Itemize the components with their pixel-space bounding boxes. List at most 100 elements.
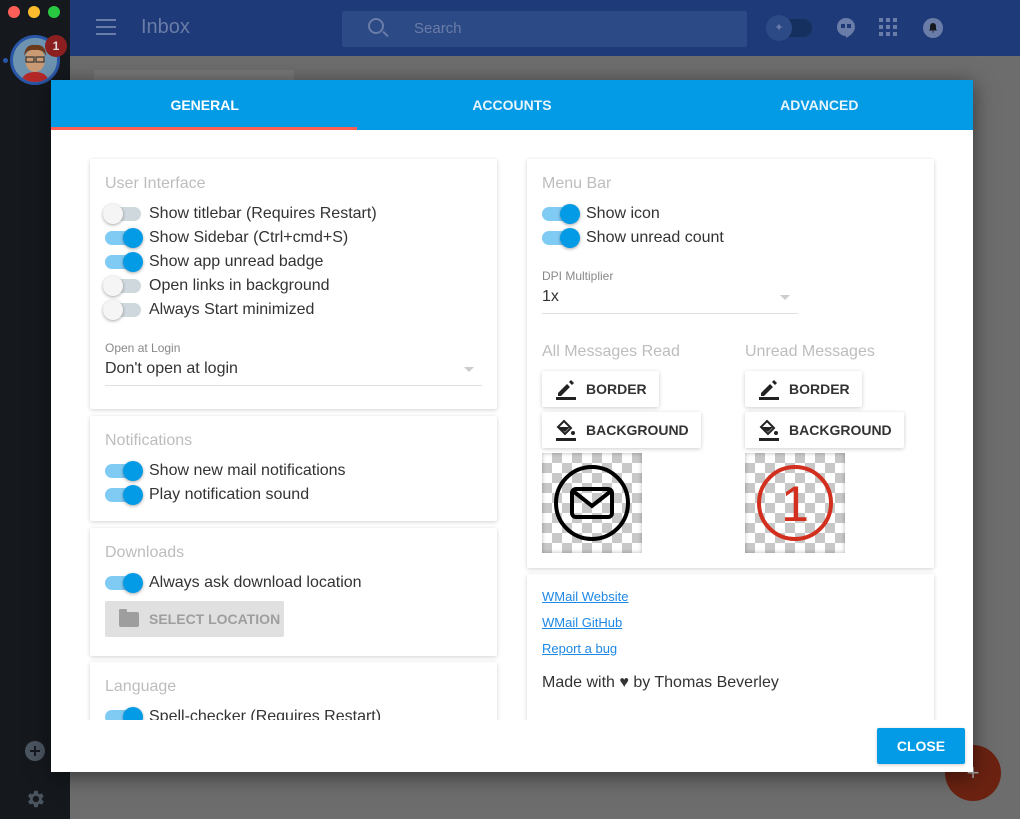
- mail-notifications-toggle[interactable]: [105, 461, 143, 481]
- open-at-login-select[interactable]: Don't open at login: [105, 356, 482, 386]
- dpi-multiplier-select[interactable]: 1x: [542, 284, 798, 314]
- toggle-label: Show unread count: [586, 229, 724, 246]
- open-at-login-label: Open at Login: [105, 341, 181, 355]
- card-title: Downloads: [105, 544, 185, 561]
- report-bug-link[interactable]: Report a bug: [542, 641, 617, 656]
- settings-gear-icon[interactable]: [24, 788, 46, 810]
- toggle-row: Show icon: [542, 203, 660, 225]
- start-minimized-toggle[interactable]: [103, 300, 141, 320]
- dropdown-caret-icon: [780, 295, 790, 300]
- card-title: Language: [105, 678, 177, 695]
- toggle-label: Show app unread badge: [149, 253, 324, 270]
- toggle-row: Open links in background: [103, 275, 330, 297]
- github-link[interactable]: WMail GitHub: [542, 615, 622, 630]
- button-label: BACKGROUND: [586, 422, 689, 438]
- notifications-bell-icon[interactable]: [923, 18, 943, 43]
- hangouts-icon[interactable]: [837, 18, 855, 43]
- language-card: Language Spell-checker (Requires Restart…: [90, 662, 497, 720]
- card-title: Menu Bar: [542, 175, 612, 192]
- toggle-label: Always Start minimized: [149, 301, 315, 318]
- settings-dialog: GENERAL ACCOUNTS ADVANCED User Interface…: [51, 80, 973, 772]
- toggle-label: Show Sidebar (Ctrl+cmd+S): [149, 229, 349, 246]
- apps-grid-icon[interactable]: [879, 18, 897, 41]
- show-sidebar-toggle[interactable]: [105, 228, 143, 248]
- fill-color-icon: [757, 418, 781, 442]
- select-value: 1x: [542, 288, 559, 305]
- button-label: BORDER: [789, 381, 850, 397]
- spell-checker-toggle[interactable]: [105, 707, 143, 720]
- open-links-background-toggle[interactable]: [103, 276, 141, 296]
- toggle-label: Always ask download location: [149, 574, 362, 591]
- settings-body[interactable]: User Interface Show titlebar (Requires R…: [51, 130, 973, 720]
- button-label: BACKGROUND: [789, 422, 892, 438]
- toggle-label: Show titlebar (Requires Restart): [149, 205, 377, 222]
- hamburger-menu-icon[interactable]: [96, 19, 116, 35]
- unread-background-color-button[interactable]: BACKGROUND: [745, 412, 904, 448]
- show-unread-badge-toggle[interactable]: [105, 252, 143, 272]
- toggle-row: Show Sidebar (Ctrl+cmd+S): [105, 227, 348, 249]
- window-zoom-button[interactable]: [48, 6, 60, 18]
- toggle-row: Spell-checker (Requires Restart): [105, 706, 381, 720]
- toggle-label: Show icon: [586, 205, 660, 222]
- folder-icon: [119, 608, 139, 627]
- search-input[interactable]: Search: [414, 20, 462, 37]
- toggle-row: Always ask download location: [105, 572, 362, 594]
- tab-advanced[interactable]: ADVANCED: [666, 80, 973, 130]
- toggle-row: Show app unread badge: [105, 251, 323, 273]
- unread-tray-preview: 1: [745, 453, 845, 553]
- unread-border-color-button[interactable]: BORDER: [745, 371, 862, 407]
- show-tray-icon-toggle[interactable]: [542, 204, 580, 224]
- window-close-button[interactable]: [8, 6, 20, 18]
- toggle-label: Open links in background: [149, 277, 330, 294]
- toggle-row: Show unread count: [542, 227, 724, 249]
- app-title: Inbox: [141, 16, 190, 38]
- read-background-color-button[interactable]: BACKGROUND: [542, 412, 701, 448]
- ask-download-location-toggle[interactable]: [105, 573, 143, 593]
- border-color-icon: [757, 377, 781, 401]
- card-title: Notifications: [105, 432, 193, 449]
- user-interface-card: User Interface Show titlebar (Requires R…: [90, 159, 497, 409]
- border-color-icon: [554, 377, 578, 401]
- button-label: SELECT LOCATION: [149, 611, 281, 627]
- unread-badge: 1: [45, 35, 67, 57]
- tab-general[interactable]: GENERAL: [51, 80, 358, 130]
- select-value: Don't open at login: [105, 360, 238, 377]
- toggle-label: Play notification sound: [149, 486, 310, 503]
- pin-icon: ✦: [766, 15, 792, 41]
- toggle-row: Play notification sound: [105, 484, 309, 506]
- window-minimize-button[interactable]: [28, 6, 40, 18]
- card-title: User Interface: [105, 175, 206, 192]
- credit-text: Made with ♥ by Thomas Beverley: [542, 674, 779, 691]
- unread-count-icon: 1: [757, 465, 833, 541]
- all-read-title: All Messages Read: [542, 343, 680, 360]
- settings-tabs: GENERAL ACCOUNTS ADVANCED: [51, 80, 973, 130]
- pin-toggle[interactable]: ✦: [766, 15, 812, 41]
- menu-bar-card: Menu Bar Show icon Show unread count DPI…: [527, 159, 934, 568]
- toggle-label: Show new mail notifications: [149, 462, 346, 479]
- search-icon: [368, 18, 384, 34]
- toggle-label: Spell-checker (Requires Restart): [149, 708, 382, 720]
- show-unread-count-toggle[interactable]: [542, 228, 580, 248]
- unread-count: 1: [781, 476, 809, 532]
- downloads-card: Downloads Always ask download location S…: [90, 528, 497, 656]
- search-bar[interactable]: Search: [342, 11, 747, 47]
- notifications-card: Notifications Show new mail notification…: [90, 416, 497, 521]
- toggle-row: Show new mail notifications: [105, 460, 346, 482]
- read-border-color-button[interactable]: BORDER: [542, 371, 659, 407]
- add-account-icon[interactable]: [24, 740, 46, 762]
- fill-color-icon: [554, 418, 578, 442]
- about-card: WMail Website WMail GitHub Report a bug …: [527, 574, 934, 720]
- close-button[interactable]: CLOSE: [877, 728, 965, 764]
- show-titlebar-toggle[interactable]: [103, 204, 141, 224]
- dropdown-caret-icon: [464, 367, 474, 372]
- active-account-indicator: [3, 58, 8, 63]
- tab-accounts[interactable]: ACCOUNTS: [358, 80, 665, 130]
- website-link[interactable]: WMail Website: [542, 589, 628, 604]
- unread-title: Unread Messages: [745, 343, 875, 360]
- mail-icon: [554, 465, 630, 541]
- notification-sound-toggle[interactable]: [105, 485, 143, 505]
- button-label: BORDER: [586, 381, 647, 397]
- select-location-button[interactable]: SELECT LOCATION: [105, 601, 284, 637]
- toggle-row: Always Start minimized: [103, 299, 315, 321]
- dpi-multiplier-label: DPI Multiplier: [542, 269, 614, 283]
